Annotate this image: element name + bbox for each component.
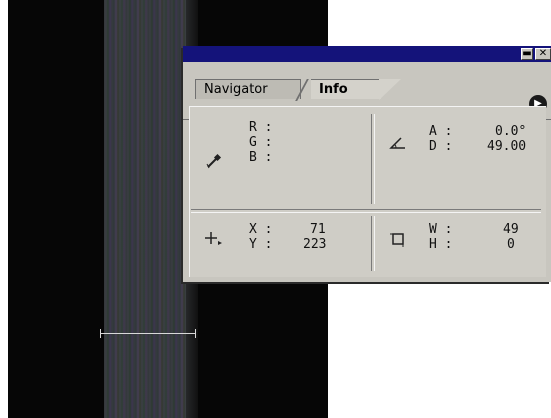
g-label: G : [249,135,273,150]
tab-info[interactable]: Info [311,79,381,99]
selection-size-icon [390,233,404,247]
tab-info-edge [379,79,401,100]
x-value: 71 [310,222,326,237]
vertical-divider-bottom [371,216,375,271]
r-label: R : [249,120,273,135]
eyedropper-icon [206,153,222,169]
width-value: 49 [503,222,519,237]
minimize-button[interactable]: ▬ [521,48,533,60]
measure-line[interactable] [100,333,196,334]
distance-label: D : [429,139,453,154]
info-palette-window: ▬ ✕ Navigator Info ▶ R : G : B : A : 0.0… [183,46,551,282]
x-label: X : [249,222,273,237]
angle-icon [389,137,405,149]
image-stripe [104,0,186,418]
angle-value: 0.0° [495,124,527,139]
measure-start-tick[interactable] [100,329,101,338]
vertical-divider-top [371,114,375,204]
palette-tab-strip: Navigator Info ▶ [183,62,551,120]
tab-navigator[interactable]: Navigator [195,79,301,99]
info-panel-body [189,106,546,277]
width-label: W : [429,222,453,237]
b-label: B : [249,150,273,165]
height-label: H : [429,237,453,252]
angle-label: A : [429,124,453,139]
distance-value: 49.00 [487,139,527,154]
height-value: 0 [507,237,515,252]
palette-title-bar[interactable]: ▬ ✕ [183,46,551,62]
y-label: Y : [249,237,273,252]
y-value: 223 [303,237,327,252]
close-button[interactable]: ✕ [535,48,551,60]
measure-end-tick[interactable] [195,329,196,338]
horizontal-divider [191,209,541,213]
crosshair-icon [205,232,222,245]
